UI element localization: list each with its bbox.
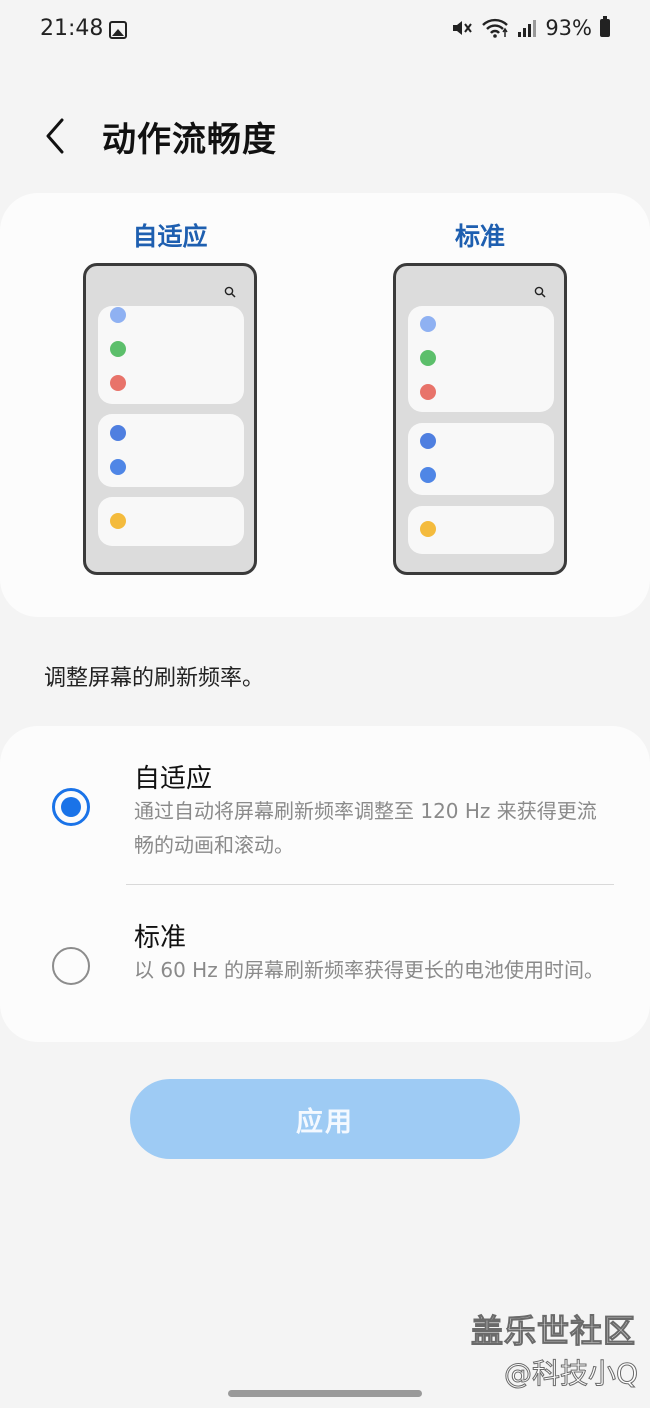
preview-dot bbox=[420, 384, 436, 400]
preview-dot bbox=[420, 433, 436, 449]
watermark-author: @科技小Q bbox=[503, 1357, 638, 1391]
preview-dot bbox=[420, 467, 436, 483]
preview-list-card bbox=[98, 306, 244, 404]
search-icon bbox=[224, 286, 236, 298]
preview-list-card bbox=[98, 497, 244, 546]
preview-dot bbox=[420, 350, 436, 366]
radio-standard[interactable] bbox=[52, 947, 90, 985]
option-description-standard: 以 60 Hz 的屏幕刷新频率获得更长的电池使用时间。 bbox=[134, 958, 605, 982]
preview-dot bbox=[110, 307, 126, 323]
back-button[interactable] bbox=[34, 112, 82, 160]
page-description: 调整屏幕的刷新频率。 bbox=[44, 666, 265, 691]
status-time: 21:48 bbox=[40, 16, 104, 41]
battery-icon bbox=[600, 16, 610, 37]
option-adaptive[interactable]: 自适应 通过自动将屏幕刷新频率调整至 120 Hz 来获得更流畅的动画和滚动。 bbox=[0, 726, 650, 884]
app-header: 动作流畅度 bbox=[0, 100, 650, 172]
wifi-icon bbox=[482, 18, 509, 38]
preview-label-standard: 标准 bbox=[454, 222, 505, 251]
preview-dot bbox=[110, 459, 126, 475]
preview-standard: 标准 bbox=[392, 193, 568, 617]
preview-adaptive: 自适应 bbox=[82, 193, 258, 617]
apply-button[interactable]: 应用 bbox=[130, 1079, 520, 1159]
search-icon bbox=[534, 286, 546, 298]
page-title: 动作流畅度 bbox=[102, 120, 277, 160]
phone-mockup-standard bbox=[393, 263, 567, 575]
image-icon bbox=[109, 21, 127, 39]
preview-dot bbox=[110, 375, 126, 391]
refresh-rate-options: 自适应 通过自动将屏幕刷新频率调整至 120 Hz 来获得更流畅的动画和滚动。 … bbox=[0, 726, 650, 1042]
preview-dot bbox=[420, 521, 436, 537]
signal-icon bbox=[518, 20, 537, 37]
preview-list-card bbox=[98, 414, 244, 487]
home-gesture-bar[interactable] bbox=[228, 1390, 422, 1397]
option-title-adaptive: 自适应 bbox=[134, 764, 213, 794]
preview-dot bbox=[420, 316, 436, 332]
battery-percent: 93% bbox=[545, 16, 592, 40]
preview-card: 自适应 标准 bbox=[0, 193, 650, 617]
preview-dot bbox=[110, 425, 126, 441]
option-title-standard: 标准 bbox=[134, 923, 187, 953]
preview-list-card bbox=[408, 306, 554, 412]
status-icons: 93% bbox=[451, 16, 610, 40]
option-standard[interactable]: 标准 以 60 Hz 的屏幕刷新频率获得更长的电池使用时间。 bbox=[0, 885, 650, 1042]
preview-list-card bbox=[408, 423, 554, 495]
radio-adaptive[interactable] bbox=[52, 788, 90, 826]
watermark-community: 盖乐世社区 bbox=[470, 1312, 636, 1351]
phone-mockup-adaptive bbox=[83, 263, 257, 575]
preview-list-card bbox=[408, 506, 554, 554]
preview-label-adaptive: 自适应 bbox=[132, 222, 208, 251]
mute-icon bbox=[453, 21, 473, 35]
preview-dot bbox=[110, 513, 126, 529]
status-bar: 21:48 93% bbox=[0, 0, 650, 62]
option-description-adaptive: 通过自动将屏幕刷新频率调整至 120 Hz 来获得更流畅的动画和滚动。 bbox=[134, 799, 597, 857]
preview-dot bbox=[110, 341, 126, 357]
